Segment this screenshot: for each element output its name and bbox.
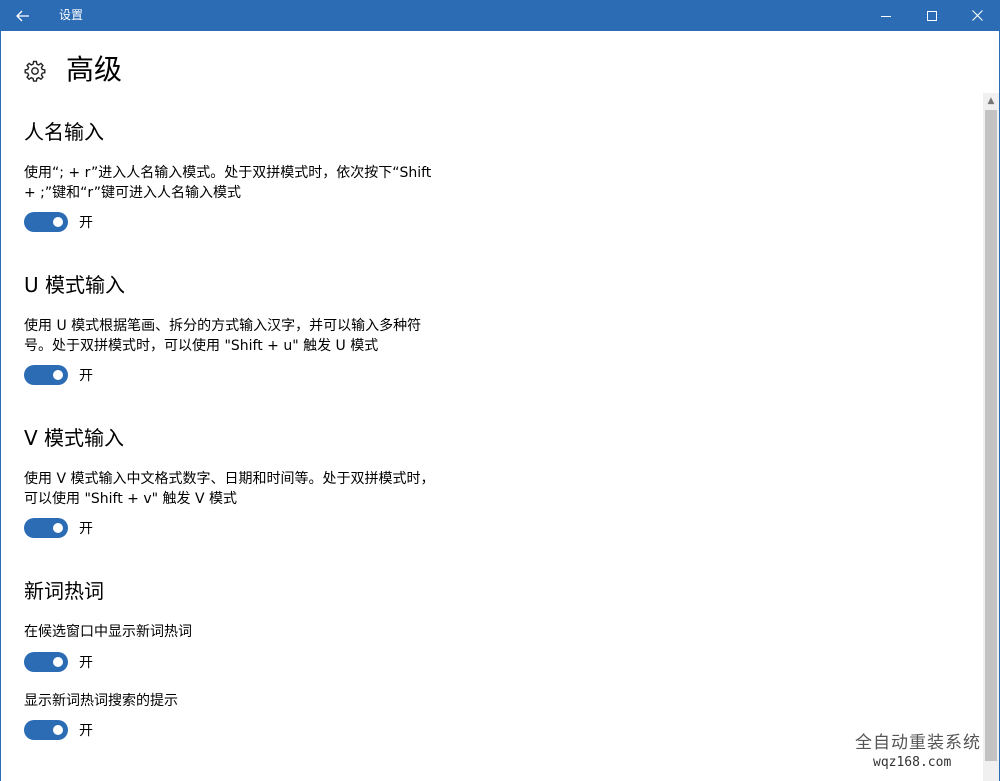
toggle-hot-word-search-tip[interactable] [24, 720, 68, 740]
setting-label: 在候选窗口中显示新词热词 [24, 624, 192, 640]
section-title-u-mode: U 模式输入 [24, 273, 125, 297]
toggle-knob [53, 370, 63, 380]
toggle-show-hot-words-row: 开 [24, 652, 93, 672]
description-line: 号。处于双拼模式时，可以使用 "Shift + u" 触发 U 模式 [24, 338, 379, 354]
watermark-url: wqz168.com [873, 755, 952, 770]
toggle-state-label: 开 [79, 723, 93, 739]
window-border [0, 31, 1, 781]
description-line: 使用“; + r”进入人名输入模式。处于双拼模式时，依次按下“Shift [24, 165, 432, 181]
toggle-name-input[interactable] [24, 212, 68, 232]
close-button[interactable] [954, 0, 1000, 31]
toggle-u-mode-row: 开 [24, 365, 93, 385]
section-title-v-mode: V 模式输入 [24, 426, 125, 450]
setting-label: 显示新词热词搜索的提示 [24, 693, 178, 709]
minimize-button[interactable] [863, 0, 909, 31]
gear-icon [24, 60, 46, 82]
section-description: 使用“; + r”进入人名输入模式。处于双拼模式时，依次按下“Shift + ;… [24, 163, 454, 203]
toggle-knob [53, 725, 63, 735]
description-line: 使用 V 模式输入中文格式数字、日期和时间等。处于双拼模式时， [24, 471, 435, 487]
toggle-knob [53, 523, 63, 533]
scrollbar-thumb[interactable] [985, 110, 997, 761]
description-line: 可以使用 "Shift + v" 触发 V 模式 [24, 491, 237, 507]
toggle-state-label: 开 [79, 655, 93, 671]
page-header [24, 56, 46, 86]
watermark: 全自动重装系统 wqz168.com [855, 732, 985, 772]
toggle-v-mode-row: 开 [24, 518, 93, 538]
toggle-state-label: 开 [79, 215, 93, 231]
section-description: 使用 U 模式根据笔画、拆分的方式输入汉字，并可以输入多种符 号。处于双拼模式时… [24, 316, 454, 356]
section-description: 使用 V 模式输入中文格式数字、日期和时间等。处于双拼模式时， 可以使用 "Sh… [24, 469, 454, 509]
watermark-text: 全自动重装系统 [855, 733, 981, 753]
window-title: 设置 [59, 8, 84, 22]
toggle-u-mode[interactable] [24, 365, 68, 385]
minimize-icon [881, 15, 891, 17]
back-button[interactable] [0, 0, 46, 31]
arrow-left-icon [16, 10, 29, 21]
toggle-name-input-row: 开 [24, 212, 93, 232]
toggle-state-label: 开 [79, 521, 93, 537]
maximize-icon [927, 10, 937, 21]
page-title: 高级 [66, 53, 123, 86]
description-line: + ;”键和“r”键可进入人名输入模式 [24, 185, 241, 201]
close-icon [971, 10, 983, 21]
toggle-show-hot-words[interactable] [24, 652, 68, 672]
title-bar: 设置 [0, 0, 1000, 31]
vertical-scrollbar[interactable]: ▲ [983, 93, 999, 781]
section-title-name-input: 人名输入 [24, 120, 104, 144]
toggle-state-label: 开 [79, 368, 93, 384]
scroll-up-icon[interactable]: ▲ [983, 93, 999, 109]
section-title-hot-words: 新词热词 [24, 579, 104, 603]
toggle-v-mode[interactable] [24, 518, 68, 538]
description-line: 使用 U 模式根据笔画、拆分的方式输入汉字，并可以输入多种符 [24, 318, 422, 334]
toggle-hot-word-search-tip-row: 开 [24, 720, 93, 740]
toggle-knob [53, 217, 63, 227]
maximize-button[interactable] [909, 0, 955, 31]
toggle-knob [53, 657, 63, 667]
